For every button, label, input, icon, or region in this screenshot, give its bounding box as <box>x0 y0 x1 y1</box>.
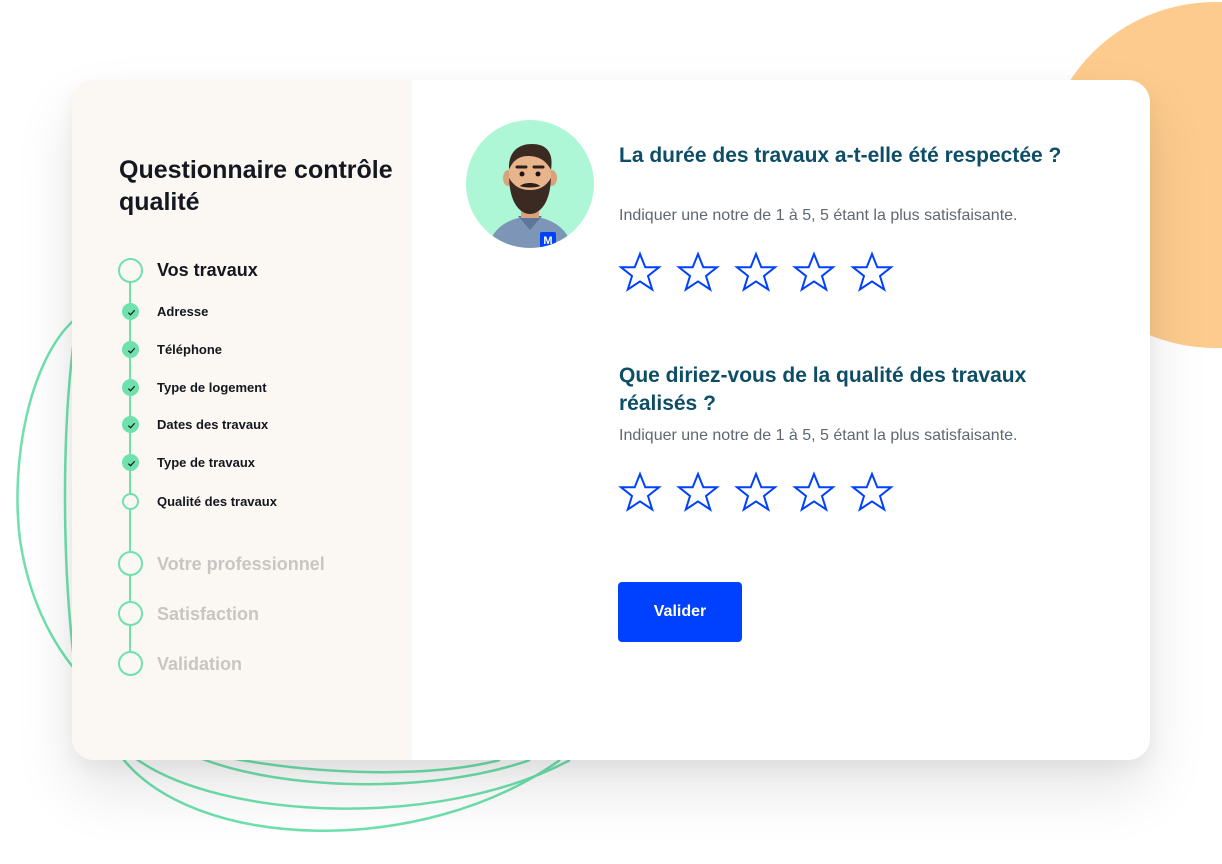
check-icon <box>122 341 139 358</box>
questionnaire-card: Questionnaire contrôle qualité Vos trava… <box>72 80 1150 760</box>
question-1-rating <box>618 251 918 295</box>
star-icon[interactable] <box>792 251 836 295</box>
star-icon[interactable] <box>792 471 836 515</box>
advisor-avatar: M <box>466 120 594 248</box>
star-icon[interactable] <box>676 471 720 515</box>
sidebar-title: Questionnaire contrôle qualité <box>119 156 393 216</box>
substep-label: Adresse <box>157 304 209 319</box>
step-label: Votre professionnel <box>157 554 325 574</box>
avatar-badge-text: M <box>543 235 552 247</box>
star-icon[interactable] <box>618 251 662 295</box>
substep-label: Type de logement <box>157 380 267 395</box>
question-1-title: La durée des travaux a-t-elle été respec… <box>619 144 1062 167</box>
star-icon[interactable] <box>734 471 778 515</box>
step-label: Vos travaux <box>157 260 258 280</box>
step-circle-icon <box>118 258 143 283</box>
validate-button[interactable]: Valider <box>618 582 742 642</box>
star-icon[interactable] <box>850 471 894 515</box>
progress-sidebar: Questionnaire contrôle qualité Vos trava… <box>72 80 412 760</box>
check-icon <box>122 416 139 433</box>
check-icon <box>122 454 139 471</box>
step-circle-icon <box>118 651 143 676</box>
check-icon <box>122 303 139 320</box>
check-icon <box>122 379 139 396</box>
substep-label: Téléphone <box>157 342 223 357</box>
questions-panel: M La durée des travaux a-t-elle été resp… <box>412 80 1150 760</box>
step-circle-icon <box>118 551 143 576</box>
substep-label: Qualité des travaux <box>157 494 277 509</box>
step-label: Satisfaction <box>157 604 260 624</box>
question-2-hint: Indiquer une notre de 1 à 5, 5 étant la … <box>619 427 1018 444</box>
question-2-rating <box>618 471 918 515</box>
question-2-title: Que diriez-vous de la qualité des travau… <box>619 364 1027 415</box>
substep-label: Dates des travaux <box>157 417 269 432</box>
star-icon[interactable] <box>734 251 778 295</box>
star-icon[interactable] <box>676 251 720 295</box>
star-icon[interactable] <box>618 471 662 515</box>
star-icon[interactable] <box>850 251 894 295</box>
substep-label: Type de travaux <box>157 455 256 470</box>
bearded-man-icon: M <box>488 144 572 248</box>
step-circle-icon <box>118 601 143 626</box>
step-label: Validation <box>157 654 243 674</box>
question-1-hint: Indiquer une notre de 1 à 5, 5 étant la … <box>619 207 1018 224</box>
step-circle-icon <box>122 493 139 510</box>
